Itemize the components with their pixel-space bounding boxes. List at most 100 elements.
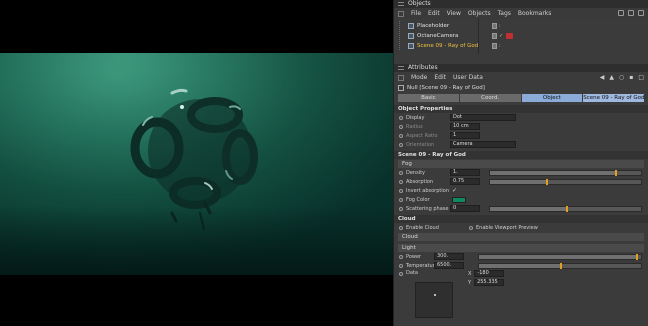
- slider-marker: [636, 253, 639, 260]
- animation-dot-icon[interactable]: [399, 254, 403, 259]
- visibility-dots-icon[interactable]: :: [499, 23, 501, 29]
- objects-title-text: Objects: [408, 0, 431, 7]
- animation-dot-icon[interactable]: [469, 225, 473, 230]
- tree-line: [399, 31, 408, 40]
- menu-view[interactable]: View: [447, 10, 461, 17]
- visibility-dots-icon[interactable]: :: [499, 43, 501, 49]
- scattering-slider[interactable]: [489, 205, 642, 212]
- menu-grip-icon[interactable]: [398, 74, 404, 81]
- absorption-label: Absorption: [406, 178, 434, 185]
- absorption-slider[interactable]: [489, 178, 642, 185]
- animation-dot-icon[interactable]: [399, 188, 403, 193]
- animation-dot-icon[interactable]: [399, 179, 403, 184]
- animation-dot-icon[interactable]: [399, 206, 403, 211]
- animation-dot-icon[interactable]: [399, 124, 403, 129]
- animation-dot-icon[interactable]: [399, 142, 403, 147]
- power-field[interactable]: 300.: [434, 253, 464, 260]
- visibility-check-icon[interactable]: ✓: [499, 33, 503, 39]
- layer-visibility-icon[interactable]: [492, 32, 497, 39]
- aspect-label: Aspect Ratio: [406, 132, 438, 139]
- data-spline-preview[interactable]: [415, 282, 453, 318]
- x-field[interactable]: -180: [474, 270, 505, 277]
- camera-object-icon: [408, 32, 414, 39]
- menu-edit[interactable]: Edit: [434, 74, 446, 81]
- tree-line: [399, 21, 408, 30]
- animation-dot-icon[interactable]: [399, 225, 403, 230]
- menu-objects[interactable]: Objects: [468, 10, 491, 17]
- light-group-heading[interactable]: Light: [398, 244, 644, 252]
- animation-dot-icon[interactable]: [399, 115, 403, 120]
- layer-visibility-icon[interactable]: [492, 22, 497, 29]
- power-slider[interactable]: [478, 253, 642, 260]
- menu-user-data[interactable]: User Data: [453, 74, 483, 81]
- lock-icon[interactable]: ▪: [629, 74, 633, 81]
- radius-field[interactable]: 10 cm: [450, 123, 480, 130]
- animation-dot-icon[interactable]: [399, 263, 403, 268]
- menu-edit[interactable]: Edit: [428, 10, 440, 17]
- y-field[interactable]: 255.335: [474, 279, 505, 286]
- temperature-slider[interactable]: [478, 262, 642, 269]
- tab-object[interactable]: Object: [521, 94, 583, 102]
- up-arrow-icon[interactable]: ▲: [609, 74, 614, 81]
- density-field[interactable]: 1.: [450, 169, 480, 176]
- layers-icon[interactable]: [638, 10, 644, 16]
- animation-dot-icon[interactable]: [399, 272, 403, 276]
- tab-basic[interactable]: Basic: [398, 94, 459, 102]
- menu-file[interactable]: File: [411, 10, 421, 17]
- menu-mode[interactable]: Mode: [411, 74, 427, 81]
- scene-section-heading: Scene 09 - Ray of God: [394, 151, 648, 159]
- cloud-section-heading: Cloud: [394, 215, 648, 223]
- display-dropdown[interactable]: Dot: [450, 114, 516, 121]
- orientation-dropdown[interactable]: Camera: [450, 141, 516, 148]
- render-viewport[interactable]: [0, 0, 393, 326]
- cloud-group-heading[interactable]: Cloud: [398, 233, 644, 241]
- octane-camera-tag-icon[interactable]: [506, 32, 514, 39]
- menu-grip-icon[interactable]: [398, 10, 404, 17]
- cloud-options-row: Enable Cloud Enable Viewport Preview: [394, 223, 648, 232]
- density-slider[interactable]: [489, 169, 642, 176]
- enable-cloud-label[interactable]: Enable Cloud: [406, 225, 464, 231]
- object-row-placeholder[interactable]: Placeholder :: [394, 21, 648, 30]
- temperature-field[interactable]: 6500.: [434, 262, 464, 269]
- fog-color-swatch[interactable]: [452, 196, 466, 203]
- slider-marker: [545, 178, 548, 185]
- animation-dot-icon[interactable]: [399, 170, 403, 175]
- enable-viewport-preview-label[interactable]: Enable Viewport Preview: [476, 225, 538, 231]
- display-label: Display: [406, 114, 425, 121]
- invert-checkbox[interactable]: ✓: [452, 187, 457, 194]
- layer-visibility-icon[interactable]: [492, 42, 497, 49]
- back-arrow-icon[interactable]: ◀: [600, 74, 605, 81]
- power-row: Power 300.: [394, 252, 648, 261]
- data-point: [434, 294, 436, 296]
- new-window-icon[interactable]: □: [638, 74, 644, 81]
- tab-scene-09[interactable]: Scene 09 - Ray of God: [583, 94, 644, 102]
- scattering-row: Scattering phase 0: [394, 204, 648, 213]
- animation-dot-icon[interactable]: [399, 133, 403, 138]
- slider-fill: [490, 179, 546, 184]
- fog-color-label: Fog Color: [406, 196, 430, 203]
- menu-tags[interactable]: Tags: [498, 10, 511, 17]
- fog-group-heading[interactable]: Fog: [398, 160, 644, 168]
- home-icon[interactable]: [628, 10, 634, 16]
- menu-bookmarks[interactable]: Bookmarks: [518, 10, 552, 17]
- object-label-text: Null [Scene 09 - Ray of God]: [407, 85, 485, 91]
- tab-coord[interactable]: Coord.: [459, 94, 521, 102]
- object-name[interactable]: OctaneCamera: [417, 33, 477, 39]
- object-row-scene-09[interactable]: Scene 09 - Ray of God :: [394, 41, 648, 50]
- object-name[interactable]: Scene 09 - Ray of God: [417, 43, 478, 49]
- panel-grip-icon[interactable]: [398, 66, 404, 70]
- search-icon[interactable]: [618, 10, 624, 16]
- animation-dot-icon[interactable]: [399, 197, 403, 202]
- aspect-field[interactable]: 1: [450, 132, 480, 139]
- panel-grip-icon[interactable]: [398, 2, 404, 6]
- render-view: [0, 53, 393, 275]
- object-row-octane-camera[interactable]: OctaneCamera ✓: [394, 31, 648, 40]
- absorption-field[interactable]: 0.75: [450, 178, 480, 185]
- slider-fill: [490, 206, 566, 211]
- aspect-row: Aspect Ratio 1: [394, 131, 648, 140]
- slider-fill: [490, 170, 616, 175]
- search-icon[interactable]: ○: [619, 74, 624, 81]
- right-panel: Objects File Edit View Objects Tags Book…: [393, 0, 648, 326]
- object-name[interactable]: Placeholder: [417, 23, 477, 29]
- scattering-field[interactable]: 0: [450, 205, 480, 212]
